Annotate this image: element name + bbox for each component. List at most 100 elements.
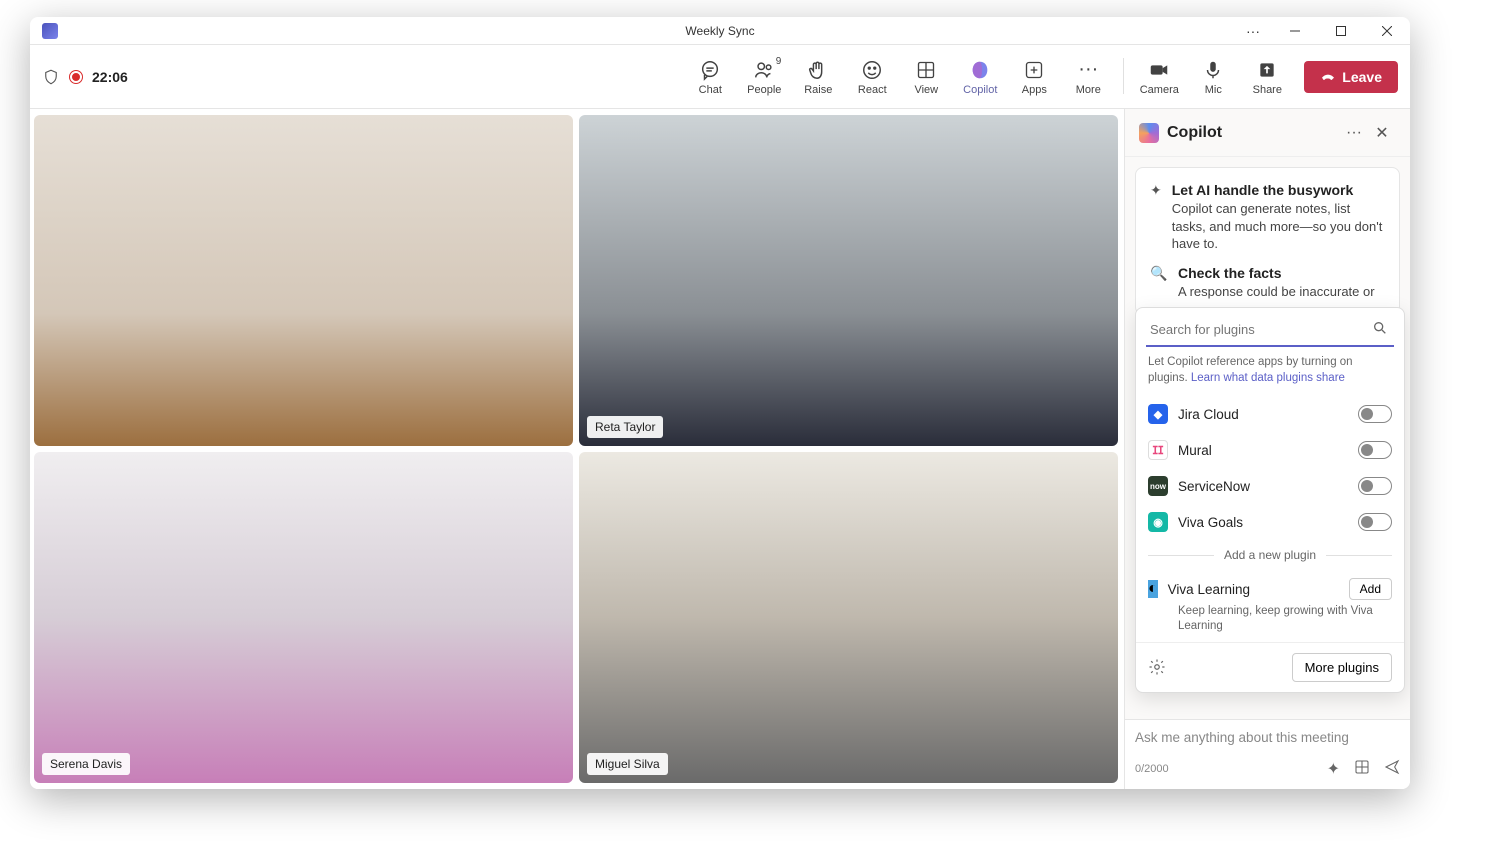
chat-icon bbox=[699, 58, 721, 82]
camera-button[interactable]: Camera bbox=[1132, 58, 1186, 96]
hangup-icon bbox=[1320, 69, 1336, 85]
plugin-suggestion-desc: Keep learning, keep growing with Viva Le… bbox=[1178, 604, 1392, 634]
plugin-panel: Let Copilot reference apps by turning on… bbox=[1135, 307, 1405, 693]
plugin-footer: More plugins bbox=[1136, 642, 1404, 692]
copilot-close-icon[interactable]: ✕ bbox=[1368, 119, 1396, 147]
people-icon bbox=[753, 58, 775, 82]
plugin-row-servicenow: now ServiceNow bbox=[1136, 468, 1404, 504]
video-tile[interactable]: Miguel Silva bbox=[579, 452, 1118, 783]
apps-button[interactable]: Apps bbox=[1007, 58, 1061, 96]
search-icon bbox=[1372, 320, 1388, 336]
meeting-toolbar: 22:06 Chat 9 People Raise React V bbox=[30, 45, 1410, 109]
copilot-panel: Copilot ··· ✕ ✦ Let AI handle the busywo… bbox=[1124, 109, 1410, 789]
copilot-info-card: ✦ Let AI handle the busywork Copilot can… bbox=[1135, 167, 1400, 315]
recording-time: 22:06 bbox=[92, 69, 128, 85]
servicenow-icon: now bbox=[1148, 476, 1168, 496]
video-tile[interactable]: Reta Taylor bbox=[579, 115, 1118, 446]
more-plugins-button[interactable]: More plugins bbox=[1292, 653, 1392, 682]
titlebar: Weekly Sync ··· bbox=[30, 17, 1410, 45]
copilot-more-icon[interactable]: ··· bbox=[1340, 119, 1368, 147]
plugin-hint-link[interactable]: Learn what data plugins share bbox=[1191, 372, 1345, 384]
plugin-toggle[interactable] bbox=[1358, 441, 1392, 459]
people-count-badge: 9 bbox=[776, 56, 782, 67]
copilot-title: Copilot bbox=[1167, 124, 1222, 142]
teams-app-icon bbox=[42, 23, 58, 39]
copilot-compose[interactable]: Ask me anything about this meeting 0/200… bbox=[1125, 719, 1410, 789]
name-tag: Serena Davis bbox=[42, 753, 130, 775]
plugin-divider: Add a new plugin bbox=[1136, 540, 1404, 570]
share-icon bbox=[1257, 58, 1277, 82]
shield-icon[interactable] bbox=[42, 68, 60, 86]
copilot-button[interactable]: Copilot bbox=[953, 58, 1007, 96]
copilot-logo-icon bbox=[1139, 123, 1159, 143]
name-tag: Miguel Silva bbox=[587, 753, 668, 775]
share-button[interactable]: Share bbox=[1240, 58, 1294, 96]
view-button[interactable]: View bbox=[899, 58, 953, 96]
copilot-header: Copilot ··· ✕ bbox=[1125, 109, 1410, 157]
plugin-toggle[interactable] bbox=[1358, 405, 1392, 423]
separator bbox=[1123, 58, 1124, 94]
info-item: ✦ Let AI handle the busywork Copilot can… bbox=[1150, 182, 1385, 253]
toolbar-center: Chat 9 People Raise React View Copilo bbox=[683, 58, 1294, 96]
compose-footer: 0/2000 ✦ bbox=[1135, 759, 1400, 779]
copilot-body: ✦ Let AI handle the busywork Copilot can… bbox=[1125, 157, 1410, 719]
mic-button[interactable]: Mic bbox=[1186, 58, 1240, 96]
more-button[interactable]: ··· More bbox=[1061, 58, 1115, 96]
meeting-title: Weekly Sync bbox=[685, 24, 754, 38]
sparkle-icon[interactable]: ✦ bbox=[1327, 759, 1340, 779]
people-button[interactable]: 9 People bbox=[737, 58, 791, 96]
camera-icon bbox=[1148, 58, 1170, 82]
chat-button[interactable]: Chat bbox=[683, 58, 737, 96]
leave-button[interactable]: Leave bbox=[1304, 61, 1398, 93]
titlebar-more-icon[interactable]: ··· bbox=[1246, 23, 1260, 39]
sparkle-icon: ✦ bbox=[1150, 182, 1162, 253]
plugin-row-jira: ◆ Jira Cloud bbox=[1136, 396, 1404, 432]
video-tile[interactable] bbox=[34, 115, 573, 446]
plugin-hint: Let Copilot reference apps by turning on… bbox=[1136, 349, 1404, 396]
vivagoals-icon: ◉ bbox=[1148, 512, 1168, 532]
jira-icon: ◆ bbox=[1148, 404, 1168, 424]
more-icon: ··· bbox=[1078, 58, 1098, 82]
plugin-toggle[interactable] bbox=[1358, 477, 1392, 495]
gear-icon[interactable] bbox=[1148, 658, 1166, 676]
view-icon bbox=[916, 58, 936, 82]
copilot-icon bbox=[969, 58, 991, 82]
compose-placeholder: Ask me anything about this meeting bbox=[1135, 730, 1400, 745]
toolbar-right: Leave bbox=[1294, 61, 1398, 93]
info-item: 🔍 Check the facts A response could be in… bbox=[1150, 265, 1385, 301]
video-grid: Reta Taylor Serena Davis Miguel Silva bbox=[30, 109, 1124, 789]
info-desc: Copilot can generate notes, list tasks, … bbox=[1172, 200, 1385, 253]
name-tag: Reta Taylor bbox=[587, 416, 663, 438]
maximize-button[interactable] bbox=[1318, 17, 1364, 45]
plugin-row-mural: ⵊⵊ Mural bbox=[1136, 432, 1404, 468]
plugin-suggestion: ◐ Viva Learning Add Keep learning, keep … bbox=[1136, 570, 1404, 642]
info-title: Check the facts bbox=[1178, 265, 1375, 281]
apps-icon bbox=[1024, 58, 1044, 82]
vivalearning-icon: ◐ bbox=[1148, 580, 1158, 598]
search-check-icon: 🔍 bbox=[1150, 265, 1168, 301]
toolbar-left: 22:06 bbox=[42, 68, 128, 86]
video-tile[interactable]: Serena Davis bbox=[34, 452, 573, 783]
info-title: Let AI handle the busywork bbox=[1172, 182, 1385, 198]
react-button[interactable]: React bbox=[845, 58, 899, 96]
send-icon[interactable] bbox=[1384, 759, 1400, 779]
teams-meeting-window: Weekly Sync ··· 22:06 Chat 9 People bbox=[30, 17, 1410, 789]
add-plugin-button[interactable]: Add bbox=[1349, 578, 1392, 600]
raise-hand-icon bbox=[807, 58, 829, 82]
react-icon bbox=[861, 58, 883, 82]
mic-icon bbox=[1202, 58, 1224, 82]
info-desc: A response could be inaccurate or bbox=[1178, 283, 1375, 301]
recording-icon bbox=[70, 71, 82, 83]
mural-icon: ⵊⵊ bbox=[1148, 440, 1168, 460]
char-count: 0/2000 bbox=[1135, 763, 1169, 775]
window-controls bbox=[1272, 17, 1410, 45]
plugin-search-input[interactable] bbox=[1146, 314, 1394, 347]
raise-hand-button[interactable]: Raise bbox=[791, 58, 845, 96]
grid-icon[interactable] bbox=[1354, 759, 1370, 779]
plugin-search bbox=[1146, 314, 1394, 347]
close-button[interactable] bbox=[1364, 17, 1410, 45]
minimize-button[interactable] bbox=[1272, 17, 1318, 45]
content-area: Reta Taylor Serena Davis Miguel Silva Co… bbox=[30, 109, 1410, 789]
plugin-row-vivagoals: ◉ Viva Goals bbox=[1136, 504, 1404, 540]
plugin-toggle[interactable] bbox=[1358, 513, 1392, 531]
